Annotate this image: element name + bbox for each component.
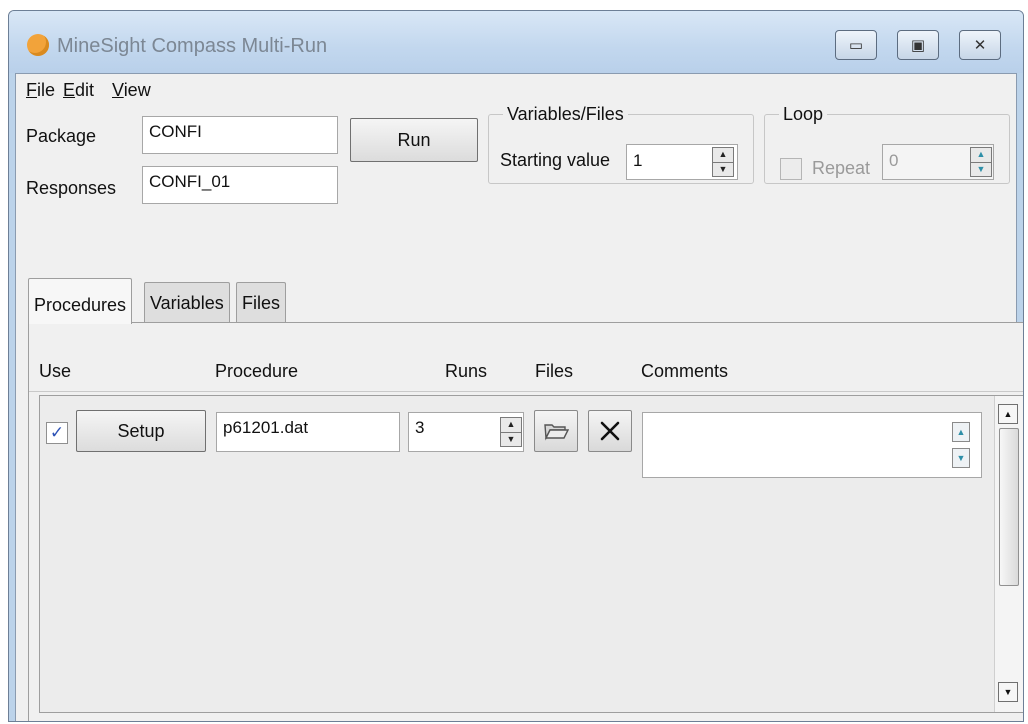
responses-input[interactable]: CONFI_01	[142, 166, 338, 204]
runs-spinner[interactable]: ▲ ▼	[500, 417, 522, 447]
spin-down-icon[interactable]: ▼	[501, 431, 521, 447]
procedures-panel: Use Procedure Runs Files Comments ✓ Setu…	[28, 322, 1023, 721]
close-icon: ✕	[973, 37, 987, 54]
minimize-icon: ▭	[848, 37, 864, 54]
client-area: File Edit View Package CONFI Responses C…	[15, 73, 1023, 721]
tab-procedures[interactable]: Procedures	[28, 278, 133, 324]
loop-legend: Loop	[783, 104, 824, 124]
comments-input[interactable]	[642, 412, 982, 478]
open-folder-button[interactable]	[534, 410, 578, 452]
title-bar[interactable]: MineSight Compass Multi-Run ▭ ▣ ✕	[9, 11, 1023, 73]
procedure-input[interactable]: p61201.dat	[216, 412, 400, 452]
app-hexagon-icon	[27, 34, 49, 56]
comments-scroll-up-icon[interactable]: ▲	[952, 422, 970, 442]
run-button[interactable]: Run	[350, 118, 478, 162]
window-title: MineSight Compass Multi-Run	[57, 35, 328, 57]
use-checkbox[interactable]: ✓	[46, 422, 68, 444]
comments-scroll-down-icon[interactable]: ▼	[952, 448, 970, 468]
repeat-label: Repeat	[812, 158, 871, 178]
col-header-comments: Comments	[641, 361, 729, 381]
header-divider	[29, 391, 1023, 392]
package-label: Package	[26, 126, 97, 146]
spin-up-icon[interactable]: ▲	[501, 418, 521, 432]
spin-up-icon[interactable]: ▲	[971, 148, 991, 162]
responses-label: Responses	[26, 178, 117, 198]
repeat-checkbox[interactable]	[780, 158, 802, 180]
col-header-runs: Runs	[445, 361, 488, 381]
menu-bar: File Edit View	[16, 74, 1016, 108]
spin-down-icon[interactable]: ▼	[713, 161, 733, 177]
col-header-use: Use	[39, 361, 72, 381]
col-header-procedure: Procedure	[215, 361, 299, 381]
scroll-up-arrow-icon[interactable]: ▲	[998, 404, 1018, 424]
grid-scrollbar-thumb[interactable]	[999, 428, 1019, 586]
repeat-count-spinner[interactable]: ▲ ▼	[970, 147, 992, 177]
scroll-down-arrow-icon[interactable]: ▼	[998, 682, 1018, 702]
variables-files-legend: Variables/Files	[507, 104, 624, 124]
maximize-icon: ▣	[910, 37, 926, 54]
menu-edit[interactable]: Edit	[63, 80, 94, 101]
starting-value-label: Starting value	[500, 150, 611, 170]
delete-file-button[interactable]	[588, 410, 632, 452]
procedures-grid: ✓ Setup p61201.dat 3 ▲ ▼ ▲ ▼ ▲ ▼	[39, 395, 1023, 713]
tab-files[interactable]: Files	[236, 282, 287, 322]
package-input[interactable]: CONFI	[142, 116, 338, 154]
app-window: MineSight Compass Multi-Run ▭ ▣ ✕ File E…	[8, 10, 1024, 722]
setup-button[interactable]: Setup	[76, 410, 206, 452]
menu-file[interactable]: File	[26, 80, 55, 101]
close-button[interactable]: ✕	[959, 30, 1001, 60]
delete-x-icon	[600, 421, 620, 441]
maximize-button[interactable]: ▣	[897, 30, 939, 60]
minimize-button[interactable]: ▭	[835, 30, 877, 60]
menu-view[interactable]: View	[112, 80, 151, 101]
tab-variables[interactable]: Variables	[144, 282, 230, 322]
spin-down-icon[interactable]: ▼	[971, 161, 991, 177]
starting-value-spinner[interactable]: ▲ ▼	[712, 147, 734, 177]
spin-up-icon[interactable]: ▲	[713, 148, 733, 162]
col-header-files: Files	[535, 361, 574, 381]
folder-icon	[544, 424, 569, 441]
